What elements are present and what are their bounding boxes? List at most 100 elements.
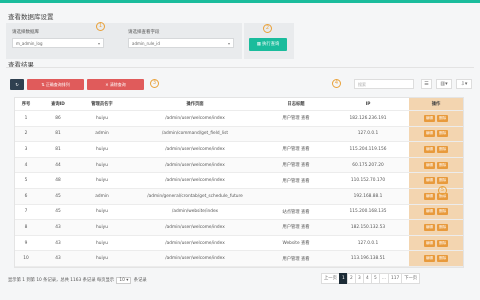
page-button[interactable]: 117 [388, 273, 403, 284]
table-row: 3 81 huiyu/admin/user/welcome/index 用户管理 查看… [15, 142, 463, 158]
delete-button[interactable]: 删除 [437, 145, 449, 153]
delete-button[interactable]: 删除 [437, 177, 449, 185]
edit-button[interactable]: 编辑 [423, 114, 435, 122]
cell-log-title: 用户管理 查看 [282, 147, 310, 153]
cell-index: 3 [24, 146, 28, 152]
cell-index: 9 [24, 240, 28, 246]
cell-query-id: 45 [55, 209, 61, 215]
db-select-value: m_admin_log [16, 41, 43, 46]
edit-button[interactable]: 编辑 [423, 223, 435, 231]
cell-page: /admin/general/crontab/get_schedule_futu… [147, 193, 243, 199]
cell-query-id: 44 [55, 162, 61, 168]
clear-query-button[interactable]: ✕ 清除查询 [87, 79, 144, 90]
cell-page: /admin/user/welcome/index [165, 162, 225, 168]
cell-index: 6 [24, 193, 28, 199]
results-table: 序号 查询ID 管理员名字 操作页面 日志标题 IP 操作 1 86 huiyu/a… [14, 97, 464, 268]
download-icon: ⇩▾ [460, 81, 468, 87]
cell-log-title [265, 127, 327, 142]
cell-query-id: 86 [55, 115, 61, 121]
top-accent-bar [0, 0, 480, 3]
cell-query-id: 43 [55, 256, 61, 262]
columns-icon: ▥▾ [440, 81, 448, 87]
cell-page: /admin/website/index [171, 209, 219, 215]
edit-button[interactable]: 编辑 [423, 130, 435, 138]
cell-admin-name: admin [95, 193, 109, 199]
table-label: 请选择查看字段 [128, 30, 160, 35]
marker-badge-2: 2 [263, 24, 272, 33]
delete-button[interactable]: 删除 [437, 130, 449, 138]
next-page-button[interactable]: 下一页 [401, 273, 421, 284]
cell-query-id: 43 [55, 240, 61, 246]
table-row: 7 45 huiyu/admin/website/index 站点管理 查看 115.2… [15, 204, 463, 221]
cell-index: 5 [24, 178, 28, 184]
cell-admin-name: huiyu [96, 178, 108, 184]
delete-button[interactable]: 删除 [437, 208, 449, 216]
header-admin-name[interactable]: 管理员名字 [79, 98, 125, 110]
edit-button[interactable]: 编辑 [423, 161, 435, 169]
search-input[interactable]: 搜索 [354, 79, 414, 89]
delete-button[interactable]: 删除 [437, 255, 449, 263]
cell-admin-name: huiyu [96, 209, 108, 215]
delete-button[interactable]: 删除 [437, 161, 449, 169]
table-row: 5 48 huiyu/admin/user/welcome/index 用户管理 查看… [15, 173, 463, 189]
cell-admin-name: huiyu [96, 146, 108, 152]
execute-query-button[interactable]: ▦ 执行查询 [249, 38, 287, 51]
cell-log-title: Website 查看 [282, 241, 310, 247]
cell-actions: 编辑 删除 [409, 235, 463, 251]
delete-button[interactable]: 删除 [437, 114, 449, 122]
marker-badge-1: 1 [96, 22, 105, 31]
toggle-view-button[interactable]: ☰ [421, 79, 432, 89]
per-page-select[interactable]: 10 ▾ [116, 277, 132, 284]
cell-ip: 115.204.119.156 [349, 146, 387, 152]
cell-ip: 60.175.207.20 [352, 162, 384, 168]
marker-badge-4: 4 [332, 79, 341, 88]
cell-index: 2 [24, 131, 28, 137]
summary-prefix: 显示第 1 到第 10 条记录，总共 1163 条记录 每页显示 [8, 278, 115, 283]
cell-query-id: 81 [55, 146, 61, 152]
cell-query-id: 81 [55, 131, 61, 137]
field-select[interactable]: admin_rule_id ▾ [128, 38, 234, 48]
edit-button[interactable]: 编辑 [423, 239, 435, 247]
header-page[interactable]: 操作页面 [125, 98, 265, 110]
edit-button[interactable]: 编辑 [423, 177, 435, 185]
edit-button[interactable]: 编辑 [423, 208, 435, 216]
delete-button[interactable]: 删除 [437, 223, 449, 231]
cell-actions: 编辑 删除 [409, 142, 463, 157]
header-index[interactable]: 序号 [15, 98, 37, 110]
prev-page-button[interactable]: 上一页 [321, 273, 340, 284]
table-row: 4 44 huiyu/admin/user/welcome/index 用户管理 查看… [15, 157, 463, 174]
cell-admin-name: huiyu [96, 240, 108, 246]
sort-query-button[interactable]: ⇅ 正确查询排列 [27, 79, 84, 90]
cell-query-id: 43 [55, 224, 61, 230]
cell-query-id: 48 [55, 178, 61, 184]
header-query-id[interactable]: 查询ID [37, 98, 79, 110]
cell-log-title: 用户管理 查看 [282, 256, 310, 262]
cell-log-title: 用户管理 查看 [282, 163, 310, 169]
field-select-value: admin_rule_id [132, 41, 160, 46]
cell-ip: 127.0.0.1 [357, 131, 379, 137]
header-actions: 操作 [409, 98, 463, 110]
pagination: 上一页 1 2 3 4 5... 117 下一页 [321, 273, 421, 284]
cell-actions: 编辑 删除 [409, 173, 463, 188]
table-row: 9 43 huiyu/admin/user/welcome/index Website… [15, 235, 463, 252]
config-section-title: 查看数据库设置 [8, 13, 54, 21]
cell-log-title: 站点管理 查看 [282, 209, 310, 215]
cell-log-title: 用户管理 查看 [282, 116, 310, 122]
header-log-title[interactable]: 日志标题 [265, 98, 327, 110]
edit-button[interactable]: 编辑 [423, 145, 435, 153]
cell-ip: 182.126.236.191 [349, 115, 387, 121]
edit-button[interactable]: 编辑 [423, 255, 435, 263]
cell-admin-name: admin [95, 131, 109, 137]
delete-button[interactable]: 删除 [437, 239, 449, 247]
export-button[interactable]: ⇩▾ [456, 79, 472, 89]
cell-ip: 110.152.70.170 [350, 178, 386, 184]
cell-index: 4 [24, 162, 28, 168]
edit-button[interactable]: 编辑 [423, 192, 435, 200]
cell-actions: 编辑 删除 [409, 111, 463, 126]
cell-admin-name: huiyu [96, 224, 108, 230]
refresh-button[interactable]: ↻ [10, 79, 24, 90]
db-select[interactable]: m_admin_log ▾ [12, 38, 104, 48]
cell-log-title [265, 189, 327, 204]
columns-button[interactable]: ▥▾ [436, 79, 452, 89]
header-ip[interactable]: IP [327, 98, 409, 110]
